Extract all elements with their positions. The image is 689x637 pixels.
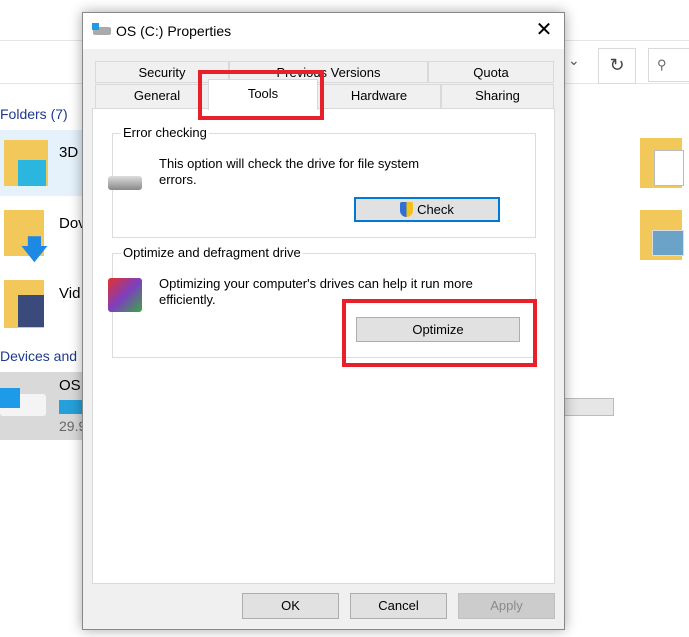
- error-checking-title: Error checking: [121, 125, 209, 140]
- tab-sharing[interactable]: Sharing: [441, 84, 554, 109]
- folder-documents-icon[interactable]: [640, 138, 684, 188]
- title-bar[interactable]: OS (C:) Properties ✕: [83, 13, 564, 49]
- folder-item-downloads[interactable]: 🡇 Dov: [0, 205, 86, 265]
- close-button[interactable]: ✕: [531, 17, 557, 43]
- devices-header: Devices and: [0, 348, 78, 364]
- tab-hardware[interactable]: Hardware: [317, 84, 441, 109]
- ok-button[interactable]: OK: [242, 593, 339, 619]
- uac-shield-icon: [400, 202, 414, 217]
- folder-pictures-icon[interactable]: [640, 210, 684, 260]
- windows-title-logo-icon: [92, 23, 99, 30]
- dropdown-chevron-icon[interactable]: ⌄: [568, 52, 590, 80]
- optimize-title: Optimize and defragment drive: [121, 245, 303, 260]
- check-button[interactable]: Check: [354, 197, 500, 222]
- folder-item-3d[interactable]: 3D: [0, 130, 82, 196]
- defragment-icon: [108, 278, 142, 312]
- folder-item-videos[interactable]: Vid: [0, 275, 82, 335]
- hard-drive-icon: [108, 176, 142, 190]
- download-arrow-icon: 🡇: [20, 234, 49, 265]
- refresh-button[interactable]: ↻: [598, 48, 636, 84]
- optimize-button-highlight: [342, 299, 537, 367]
- dialog-title: OS (C:) Properties: [116, 23, 232, 39]
- search-box[interactable]: ⚲: [648, 48, 689, 82]
- error-checking-text: This option will check the drive for fil…: [159, 156, 420, 187]
- drive-item-os[interactable]: OS 29.9: [0, 372, 86, 440]
- drive-usage-bar: [59, 400, 82, 414]
- cube-icon: [18, 160, 46, 186]
- folders-header: Folders (7): [0, 106, 68, 122]
- drive-usage-bar-track: [563, 398, 614, 416]
- cancel-button[interactable]: Cancel: [350, 593, 447, 619]
- film-icon: [18, 295, 44, 327]
- tools-tab-highlight: [198, 70, 324, 120]
- apply-button[interactable]: Apply: [458, 593, 555, 619]
- error-checking-group: Error checking This option will check th…: [108, 125, 536, 238]
- windows-logo-icon: [0, 388, 20, 408]
- tab-quota[interactable]: Quota: [428, 61, 554, 83]
